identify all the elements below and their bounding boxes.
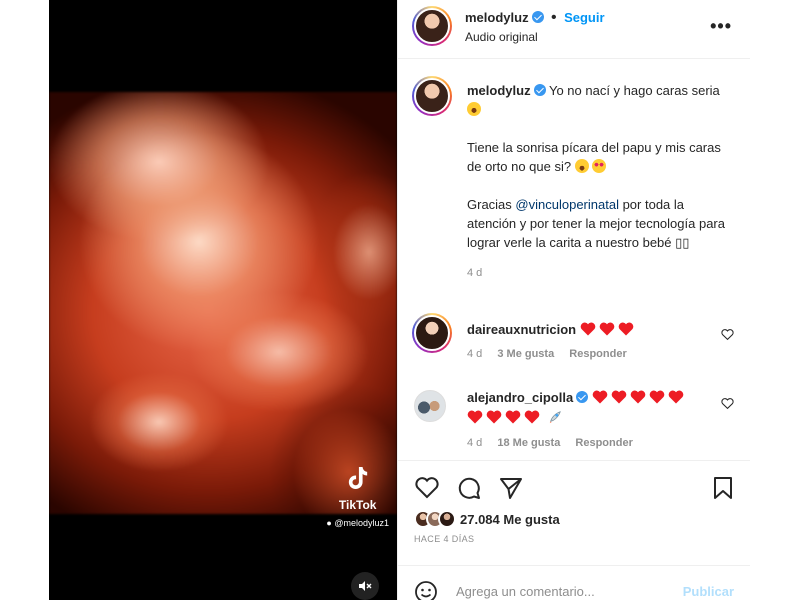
red-heart-icon: [467, 410, 483, 424]
tiktok-user-icon: ●: [326, 518, 332, 528]
likes-summary[interactable]: 27.084 Me gusta: [414, 510, 560, 528]
comment-hearts: [580, 322, 637, 337]
like-comment-heart-icon[interactable]: [721, 328, 734, 341]
red-heart-icon: [611, 390, 627, 404]
comment-meta: 4 d 3 Me gusta Responder: [467, 348, 639, 360]
publish-button[interactable]: Publicar: [683, 584, 734, 599]
dot-separator: •: [551, 9, 557, 26]
comment-avatar[interactable]: [412, 313, 452, 353]
caption-time: 4 d: [467, 267, 483, 279]
tiktok-watermark: TikTok ● @melodyluz1: [326, 465, 389, 528]
mention-link[interactable]: @vinculoperinatal: [515, 197, 619, 212]
post-side-panel: melodyluz • Seguir Audio original ••• me…: [397, 0, 750, 600]
comment-username[interactable]: alejandro_cipolla: [467, 390, 573, 405]
comment-username[interactable]: daireauxnutricion: [467, 322, 576, 337]
tiktok-handle: ● @melodyluz1: [326, 518, 389, 528]
sweat-smile-emoji-icon: [574, 159, 589, 173]
author-line: melodyluz • Seguir: [465, 9, 605, 27]
share-paper-plane-icon[interactable]: [498, 475, 524, 501]
caption: melodyluz Yo no nací y hago caras seria …: [467, 81, 727, 283]
comment-hearts: [592, 390, 687, 405]
caption-username[interactable]: melodyluz: [467, 83, 531, 98]
red-heart-icon: [599, 322, 614, 336]
save-bookmark-icon[interactable]: [710, 475, 736, 501]
red-heart-icon: [592, 390, 608, 404]
verified-badge-icon: [576, 391, 589, 403]
tiktok-handle-text: @melodyluz1: [334, 518, 389, 528]
heart-eyes-emoji-icon: [592, 159, 607, 173]
caption-para3-pre: Gracias: [467, 197, 512, 212]
comment-bar: Agrega un comentario... Publicar: [398, 565, 750, 600]
more-options-icon[interactable]: •••: [710, 16, 732, 37]
comment-input[interactable]: Agrega un comentario...: [456, 584, 595, 599]
laughing-emoji-icon: [467, 102, 481, 116]
author-username[interactable]: melodyluz: [465, 10, 529, 25]
speaker-muted-icon: [359, 581, 372, 591]
red-heart-icon: [580, 322, 595, 336]
liker-avatar: [438, 510, 456, 528]
comment-time: 4 d: [467, 348, 483, 360]
page-margin-left: [0, 0, 49, 600]
comment-time: 4 d: [467, 437, 483, 449]
reply-button[interactable]: Responder: [569, 348, 626, 360]
comment-item: alejandro_cipolla 4 d 18 Me gusta Respon…: [467, 388, 717, 449]
red-heart-icon: [486, 410, 502, 424]
comment-meta: 4 d 18 Me gusta Responder: [467, 437, 717, 449]
verified-badge-icon: [531, 11, 544, 23]
emoji-picker-icon[interactable]: [414, 580, 438, 600]
comment-likes[interactable]: 3 Me gusta: [497, 348, 554, 360]
ultrasound-video[interactable]: [49, 92, 397, 514]
red-heart-icon: [618, 322, 633, 336]
caption-avatar[interactable]: [412, 76, 452, 116]
tiktok-logo-icon: [348, 467, 367, 489]
red-heart-icon: [649, 390, 665, 404]
comment-likes[interactable]: 18 Me gusta: [497, 437, 560, 449]
like-comment-heart-icon[interactable]: [721, 397, 734, 410]
red-heart-icon: [668, 390, 684, 404]
comment-bubble-icon[interactable]: [456, 475, 482, 501]
page-margin-right: [750, 0, 799, 600]
tiktok-brand: TikTok: [338, 498, 377, 512]
verified-badge-icon: [533, 84, 546, 96]
post-actions: 27.084 Me gusta HACE 4 DÍAS: [398, 460, 750, 560]
mute-button[interactable]: [351, 572, 379, 600]
red-heart-icon: [524, 410, 540, 424]
likes-count[interactable]: 27.084 Me gusta: [460, 512, 560, 527]
post-header: melodyluz • Seguir Audio original •••: [398, 0, 750, 59]
like-heart-icon[interactable]: [414, 475, 440, 501]
caption-line1: Yo no nací y hago caras seria: [548, 83, 720, 98]
red-heart-icon: [505, 410, 521, 424]
comment-hearts-line2: [467, 408, 717, 427]
comment-item: daireauxnutricion 4 d 3 Me gusta Respond…: [467, 320, 639, 360]
follow-button[interactable]: Seguir: [564, 10, 604, 25]
audio-link[interactable]: Audio original: [465, 30, 538, 44]
caption-para3-tail: ▯▯: [675, 235, 690, 250]
rocket-emoji-icon: [549, 411, 561, 424]
comment-avatar[interactable]: [414, 390, 446, 422]
author-avatar[interactable]: [412, 6, 452, 46]
post-date: HACE 4 DÍAS: [414, 534, 475, 544]
red-heart-icon: [630, 390, 646, 404]
post-media[interactable]: TikTok ● @melodyluz1: [49, 0, 397, 600]
reply-button[interactable]: Responder: [575, 437, 632, 449]
